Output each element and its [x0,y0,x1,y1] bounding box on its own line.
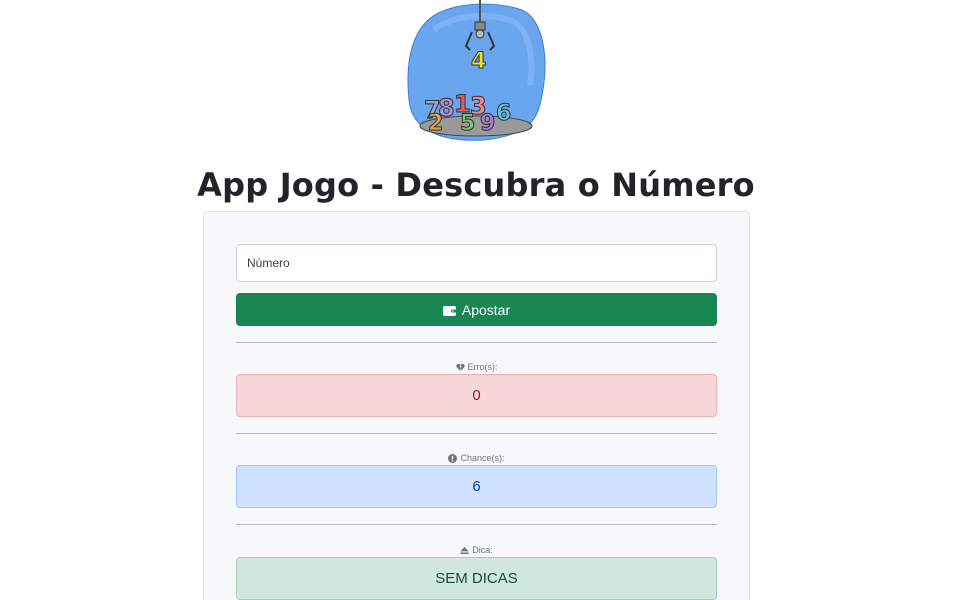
svg-text:2: 2 [428,111,443,136]
errors-label-text: Erro(s): [467,362,498,372]
number-input[interactable] [236,244,717,282]
chances-label-text: Chance(s): [460,453,505,463]
chances-label: Chance(s): [236,453,717,463]
eject-icon [460,546,469,554]
bet-button-label: Apostar [461,301,511,318]
wallet-icon [442,304,457,316]
hint-label: Dica: [236,545,717,555]
divider [236,342,717,343]
exclamation-circle-icon [448,453,458,463]
divider [236,433,717,434]
chances-value: 6 [236,465,717,508]
errors-label: Erro(s): [236,362,717,372]
svg-text:6: 6 [496,101,511,126]
game-illustration: 4 7 8 2 1 5 3 9 6 [404,0,548,146]
svg-text:4: 4 [471,49,486,74]
svg-text:9: 9 [480,111,495,136]
errors-value: 0 [236,374,717,417]
heart-broken-icon [455,363,465,371]
bet-button[interactable]: Apostar [236,293,717,326]
hint-value: SEM DICAS [236,557,717,600]
divider [236,524,717,525]
page-title: App Jogo - Descubra o Número [197,166,755,204]
hint-label-text: Dica: [472,545,493,555]
